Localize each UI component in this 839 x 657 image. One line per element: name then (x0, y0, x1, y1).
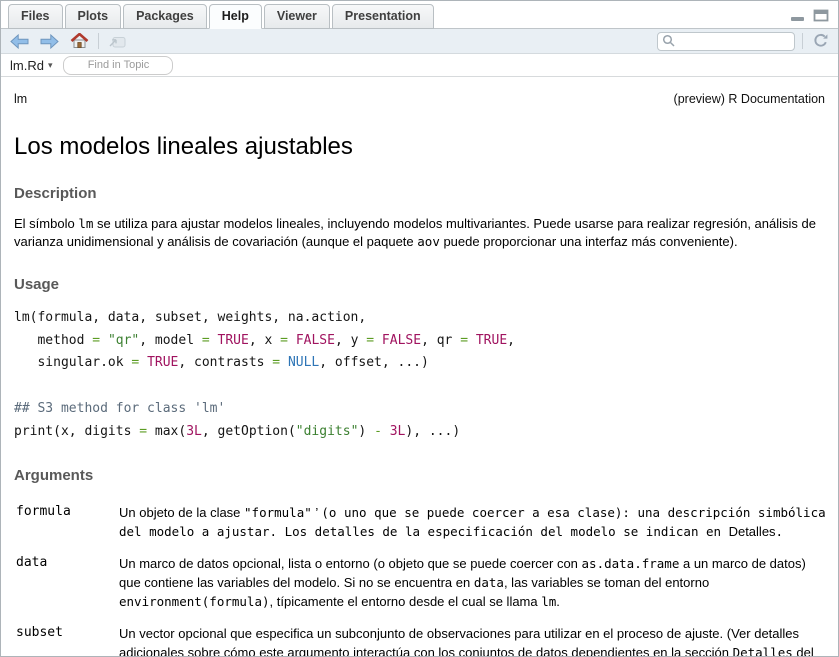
topic-selector[interactable]: lm.Rd ▾ (10, 58, 52, 73)
doc-meta-row: lm (preview) R Documentation (14, 92, 825, 106)
tab-help[interactable]: Help (209, 4, 262, 29)
minimize-pane-button[interactable] (790, 9, 806, 22)
argument-term: formula (16, 498, 119, 549)
toolbar-separator-2 (802, 33, 803, 49)
back-button[interactable] (8, 33, 31, 50)
search-icon (662, 34, 675, 52)
help-toolbar (1, 29, 838, 54)
find-in-topic-input[interactable] (63, 56, 173, 75)
usage-code-line (14, 375, 825, 398)
argument-description: Un objeto de la clase "formula" ’ (o uno… (119, 498, 828, 549)
tab-strip: FilesPlotsPackagesHelpViewerPresentation (7, 1, 435, 28)
toolbar-separator (98, 33, 99, 49)
tab-plots[interactable]: Plots (65, 4, 122, 29)
tab-viewer[interactable]: Viewer (264, 4, 330, 29)
argument-row: dataUn marco de datos opcional, lista o … (16, 549, 828, 619)
doc-topic-name: lm (14, 92, 27, 106)
usage-code-line: method = "qr", model = TRUE, x = FALSE, … (14, 330, 825, 353)
tab-packages[interactable]: Packages (123, 4, 207, 29)
argument-row: formulaUn objeto de la clase "formula" ’… (16, 498, 828, 549)
argument-description: Un vector opcional que especifica un sub… (119, 619, 828, 656)
usage-code-line: lm(formula, data, subset, weights, na.ac… (14, 307, 825, 330)
window-controls (790, 8, 830, 22)
help-content: lm (preview) R Documentation Los modelos… (1, 77, 838, 656)
search-input[interactable] (657, 32, 795, 51)
tab-presentation[interactable]: Presentation (332, 4, 434, 29)
popout-button[interactable] (106, 33, 129, 50)
topic-selector-label: lm.Rd (10, 58, 44, 73)
maximize-pane-button[interactable] (813, 8, 830, 22)
refresh-button[interactable] (810, 32, 831, 50)
usage-code-line: singular.ok = TRUE, contrasts = NULL, of… (14, 352, 825, 375)
pane-tab-bar: FilesPlotsPackagesHelpViewerPresentation (1, 1, 838, 29)
tab-files[interactable]: Files (8, 4, 63, 29)
description-paragraph: El símbolo lm se utiliza para ajustar mo… (14, 215, 825, 252)
arguments-table: formulaUn objeto de la clase "formula" ’… (16, 498, 828, 656)
toolbar-right (657, 31, 831, 51)
usage-heading: Usage (14, 276, 825, 293)
chevron-down-icon: ▾ (48, 61, 53, 70)
description-heading: Description (14, 185, 825, 202)
doc-meta-right: (preview) R Documentation (674, 92, 825, 106)
topic-bar: lm.Rd ▾ (1, 54, 838, 77)
arguments-heading: Arguments (14, 467, 825, 484)
argument-description: Un marco de datos opcional, lista o ento… (119, 549, 828, 619)
usage-code: lm(formula, data, subset, weights, na.ac… (14, 307, 825, 444)
help-pane: FilesPlotsPackagesHelpViewerPresentation (0, 0, 839, 657)
argument-row: subsetUn vector opcional que especifica … (16, 619, 828, 656)
forward-button[interactable] (38, 33, 61, 50)
page-title: Los modelos lineales ajustables (14, 133, 825, 161)
home-button[interactable] (68, 32, 91, 50)
argument-term: subset (16, 619, 119, 656)
argument-term: data (16, 549, 119, 619)
usage-code-line: ## S3 method for class 'lm' (14, 398, 825, 421)
help-search (657, 31, 795, 51)
usage-code-line: print(x, digits = max(3L, getOption("dig… (14, 421, 825, 444)
